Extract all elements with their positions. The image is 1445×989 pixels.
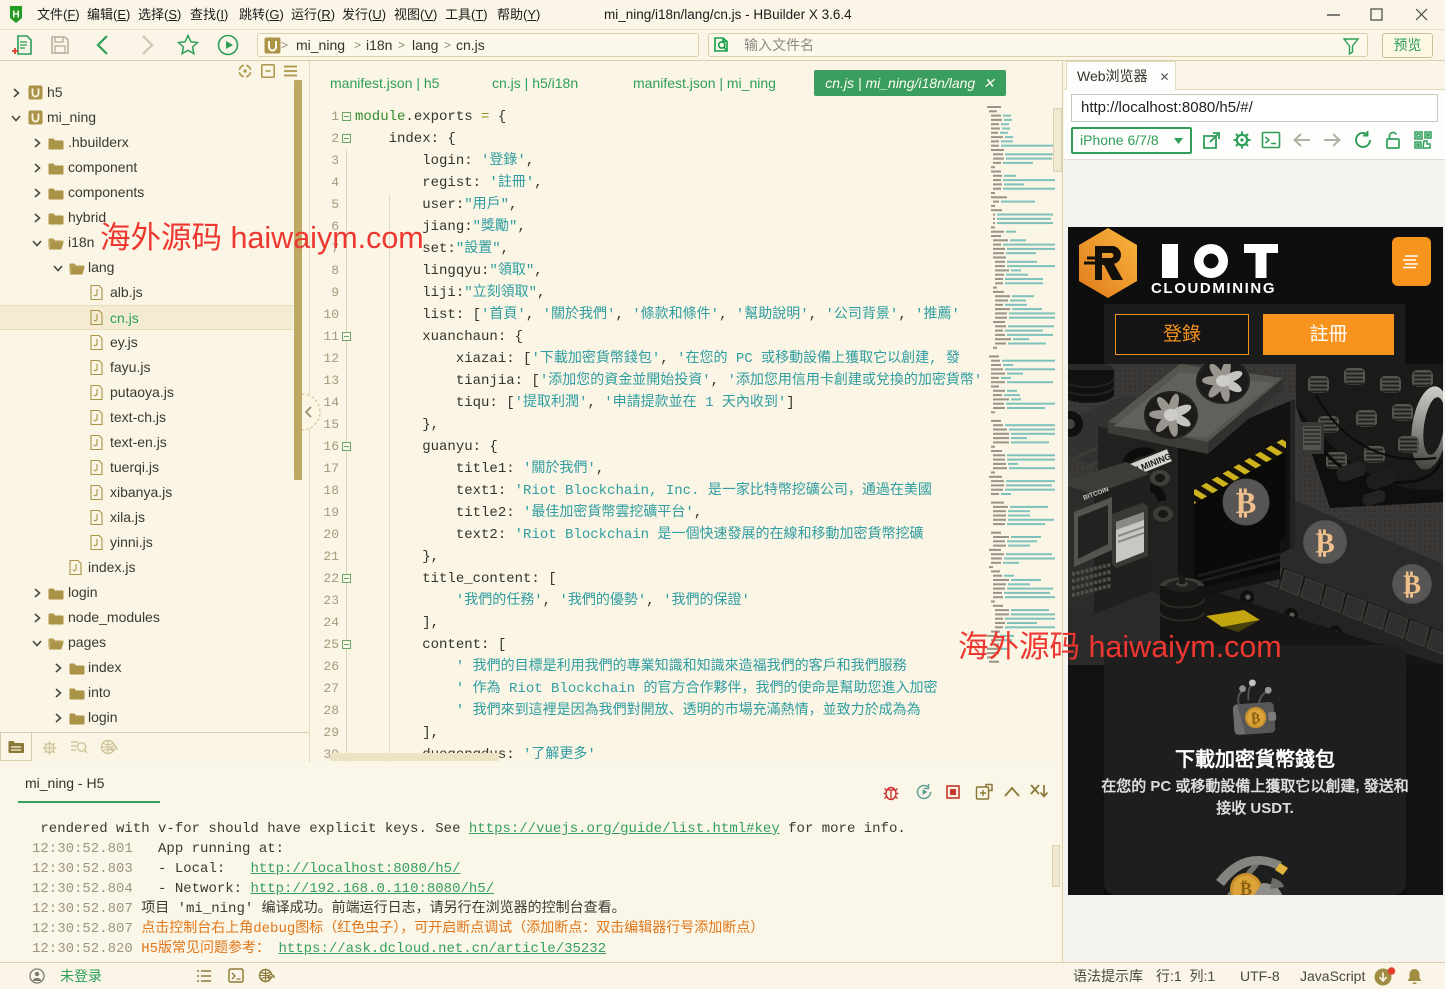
svg-text:₿: ₿ (1403, 569, 1421, 599)
svg-text:₿: ₿ (1251, 710, 1261, 726)
svg-text:₿: ₿ (1240, 879, 1252, 895)
svg-text:H: H (12, 10, 19, 21)
svg-text:₿: ₿ (1236, 485, 1257, 520)
svg-text:₿: ₿ (1315, 527, 1334, 559)
